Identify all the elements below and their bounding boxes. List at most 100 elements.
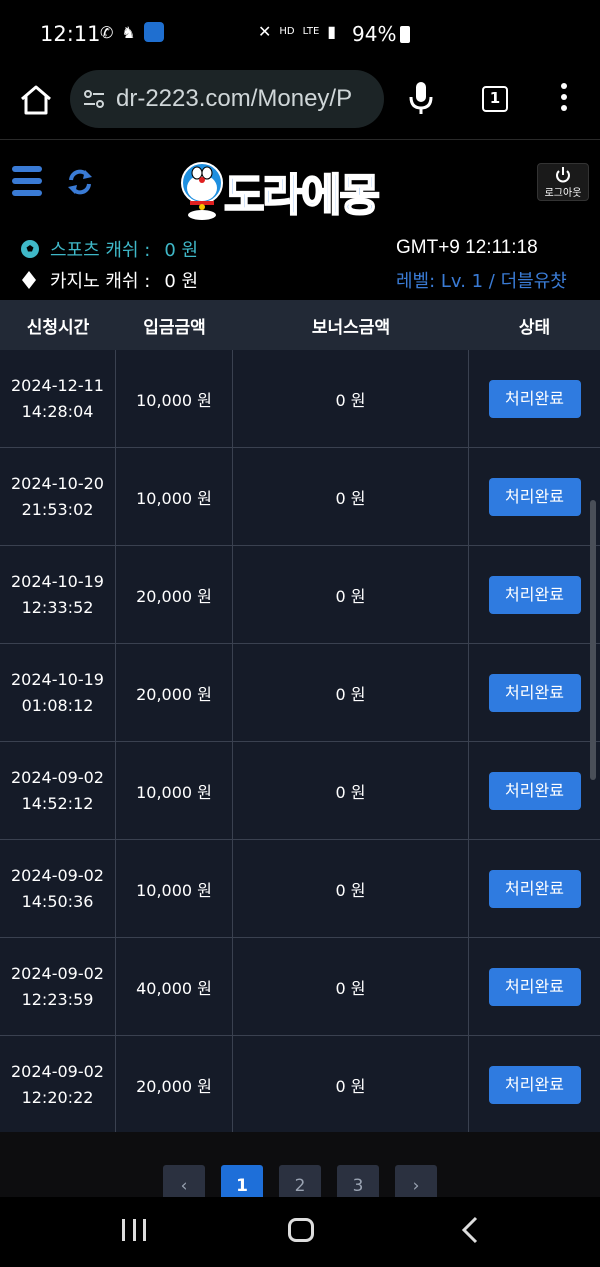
request-time-cell: 2024-09-02 14:52:12 (0, 742, 116, 839)
bonus-amount-cell: 0 원 (233, 742, 469, 839)
request-time: 12:33:52 (21, 597, 94, 617)
request-date: 2024-10-19 (11, 571, 104, 591)
back-icon[interactable] (460, 1215, 480, 1245)
home-nav-icon[interactable] (288, 1218, 314, 1242)
deposit-amount-cell: 10,000 원 (116, 448, 233, 545)
deposit-amount-cell: 20,000 원 (116, 546, 233, 643)
header-status: 상태 (518, 317, 551, 338)
logout-label: 로그아웃 (544, 188, 582, 199)
header-deposit-amount: 입금금액 (143, 317, 206, 338)
hamburger-menu-icon[interactable] (12, 166, 42, 196)
table-row: 2024-09-02 14:52:12 10,000 원 0 원 처리완료 (0, 742, 600, 840)
sports-cash-row: 스포츠 캐쉬 : 0 원 (20, 236, 198, 262)
overflow-menu-icon[interactable] (556, 83, 572, 113)
status-cell: 처리완료 (469, 546, 600, 643)
status-cell: 처리완료 (469, 742, 600, 839)
request-date: 2024-12-11 (11, 375, 104, 395)
status-cell: 처리완료 (469, 448, 600, 545)
url-text[interactable]: dr-2223.com/Money/P (116, 85, 352, 113)
recent-apps-icon[interactable] (122, 1219, 146, 1241)
request-date: 2024-09-02 (11, 963, 104, 983)
site-settings-icon[interactable] (82, 87, 106, 111)
request-date: 2024-10-20 (11, 473, 104, 493)
status-cell: 처리완료 (469, 350, 600, 447)
diamond-icon (22, 271, 36, 289)
status-badge[interactable]: 처리완료 (488, 967, 581, 1006)
deposit-history-table: 2024-12-11 14:28:04 10,000 원 0 원 처리완료 20… (0, 350, 600, 1134)
deposit-amount-cell: 10,000 원 (116, 840, 233, 937)
request-date: 2024-10-19 (11, 669, 104, 689)
status-badge[interactable]: 처리완료 (488, 869, 581, 908)
home-icon[interactable] (18, 82, 54, 118)
status-bar: 12:11 ✆ ♞ ✕ HD LTE ▮ 94% (0, 0, 600, 66)
system-nav-bar (0, 1197, 600, 1267)
logout-button[interactable]: 로그아웃 (537, 163, 589, 201)
request-time: 14:52:12 (21, 793, 94, 813)
request-time-cell: 2024-09-02 14:50:36 (0, 840, 116, 937)
table-row: 2024-09-02 12:20:22 20,000 원 0 원 처리완료 (0, 1036, 600, 1134)
status-badge[interactable]: 처리완료 (488, 477, 581, 516)
deposit-amount-cell: 10,000 원 (116, 350, 233, 447)
request-date: 2024-09-02 (11, 767, 104, 787)
url-bar[interactable]: dr-2223.com/Money/P (70, 70, 384, 128)
lte-label: LTE (302, 25, 320, 37)
site-logo[interactable]: 도라에몽 (180, 153, 420, 223)
battery-indicator: 94% (352, 22, 411, 46)
refresh-icon[interactable] (66, 168, 94, 196)
request-time-cell: 2024-10-19 01:08:12 (0, 644, 116, 741)
request-time: 21:53:02 (21, 499, 94, 519)
table-row: 2024-10-20 21:53:02 10,000 원 0 원 처리완료 (0, 448, 600, 546)
deposit-amount-cell: 20,000 원 (116, 1036, 233, 1133)
bonus-amount-cell: 0 원 (233, 350, 469, 447)
request-time-cell: 2024-12-11 14:28:04 (0, 350, 116, 447)
browser-toolbar: dr-2223.com/Money/P 1 (0, 66, 600, 140)
request-date: 2024-09-02 (11, 1061, 104, 1081)
page-scrollbar[interactable] (590, 500, 596, 780)
table-row: 2024-09-02 14:50:36 10,000 원 0 원 처리완료 (0, 840, 600, 938)
request-time: 12:20:22 (21, 1087, 94, 1107)
deposit-amount-cell: 10,000 원 (116, 742, 233, 839)
deposit-amount-cell: 40,000 원 (116, 938, 233, 1035)
status-badge[interactable]: 처리완료 (488, 771, 581, 810)
doraemon-mascot-icon (181, 162, 223, 220)
person-icon: ♞ (121, 22, 136, 42)
status-badge[interactable]: 처리완료 (488, 673, 581, 712)
table-header: 신청시간 입금금액 보너스금액 상태 (0, 300, 600, 350)
server-clock: GMT+9 12:11:18 (396, 237, 538, 258)
casino-cash-value: 0 원 (164, 271, 199, 292)
status-badge[interactable]: 처리완료 (488, 379, 581, 418)
battery-icon (400, 25, 411, 43)
signal-icon: ▮ (327, 22, 337, 41)
table-row: 2024-12-11 14:28:04 10,000 원 0 원 처리완료 (0, 350, 600, 448)
table-row: 2024-10-19 01:08:12 20,000 원 0 원 처리완료 (0, 644, 600, 742)
bonus-amount-cell: 0 원 (233, 840, 469, 937)
bonus-amount-cell: 0 원 (233, 644, 469, 741)
table-row: 2024-10-19 12:33:52 20,000 원 0 원 처리완료 (0, 546, 600, 644)
bonus-amount-cell: 0 원 (233, 546, 469, 643)
soccer-ball-icon (21, 240, 39, 258)
user-level[interactable]: 레벨: Lv. 1 / 더블유챳 (396, 267, 567, 293)
request-time: 14:28:04 (21, 401, 94, 421)
status-system-icons: ✕ HD LTE ▮ (258, 22, 336, 41)
status-badge[interactable]: 처리완료 (488, 575, 581, 614)
status-cell: 처리완료 (469, 1036, 600, 1133)
deposit-amount-cell: 20,000 원 (116, 644, 233, 741)
mute-icon: ✕ (258, 22, 272, 41)
battery-percent: 94% (352, 22, 397, 46)
tab-switcher-button[interactable]: 1 (482, 86, 508, 112)
request-time: 12:23:59 (21, 989, 94, 1009)
power-icon (556, 167, 570, 183)
status-cell: 처리완료 (469, 644, 600, 741)
header-bonus-amount: 보너스금액 (311, 317, 391, 338)
status-time: 12:11 (40, 22, 101, 46)
status-badge[interactable]: 처리완료 (488, 1065, 581, 1104)
casino-cash-label: 카지노 캐쉬 : (50, 271, 151, 292)
request-time-cell: 2024-09-02 12:20:22 (0, 1036, 116, 1133)
microphone-icon[interactable] (406, 80, 436, 116)
bonus-amount-cell: 0 원 (233, 938, 469, 1035)
app-notification-icon (143, 22, 164, 42)
status-notification-icons: ✆ ♞ (100, 22, 164, 42)
bonus-amount-cell: 0 원 (233, 1036, 469, 1133)
header-request-time: 신청시간 (26, 317, 90, 338)
bonus-amount-cell: 0 원 (233, 448, 469, 545)
